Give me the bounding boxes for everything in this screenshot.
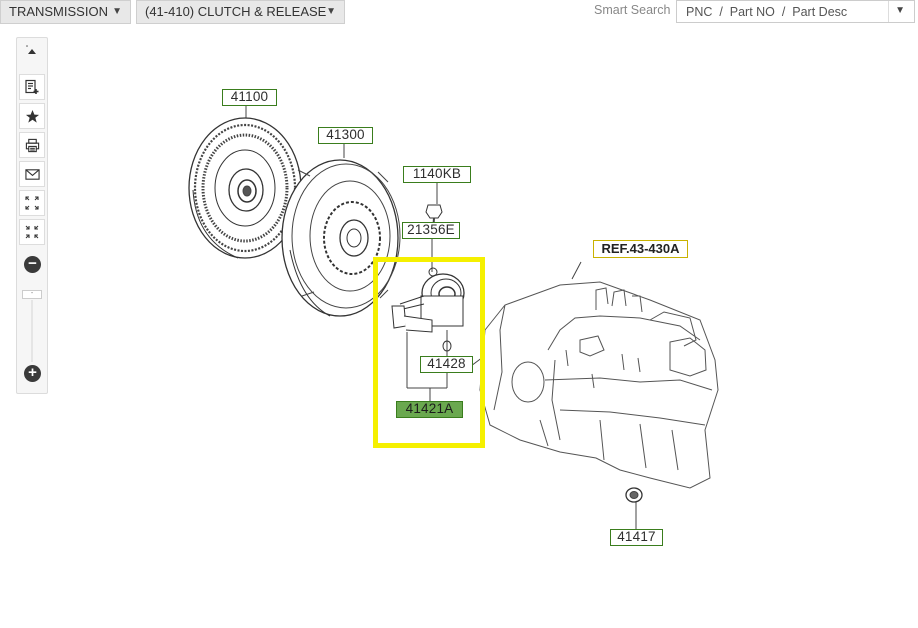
part-label-41300[interactable]: 41300 <box>318 127 373 144</box>
reference-label[interactable]: REF.43-430A <box>593 240 688 258</box>
drain-plug-illustration <box>625 487 643 503</box>
part-label-21356E[interactable]: 21356E <box>402 222 460 239</box>
part-label-41417[interactable]: 41417 <box>610 529 663 546</box>
selection-highlight <box>373 257 485 448</box>
transmission-case-illustration <box>479 281 719 489</box>
part-label-1140KB[interactable]: 1140KB <box>403 166 471 183</box>
part-label-41100[interactable]: 41100 <box>222 89 277 106</box>
